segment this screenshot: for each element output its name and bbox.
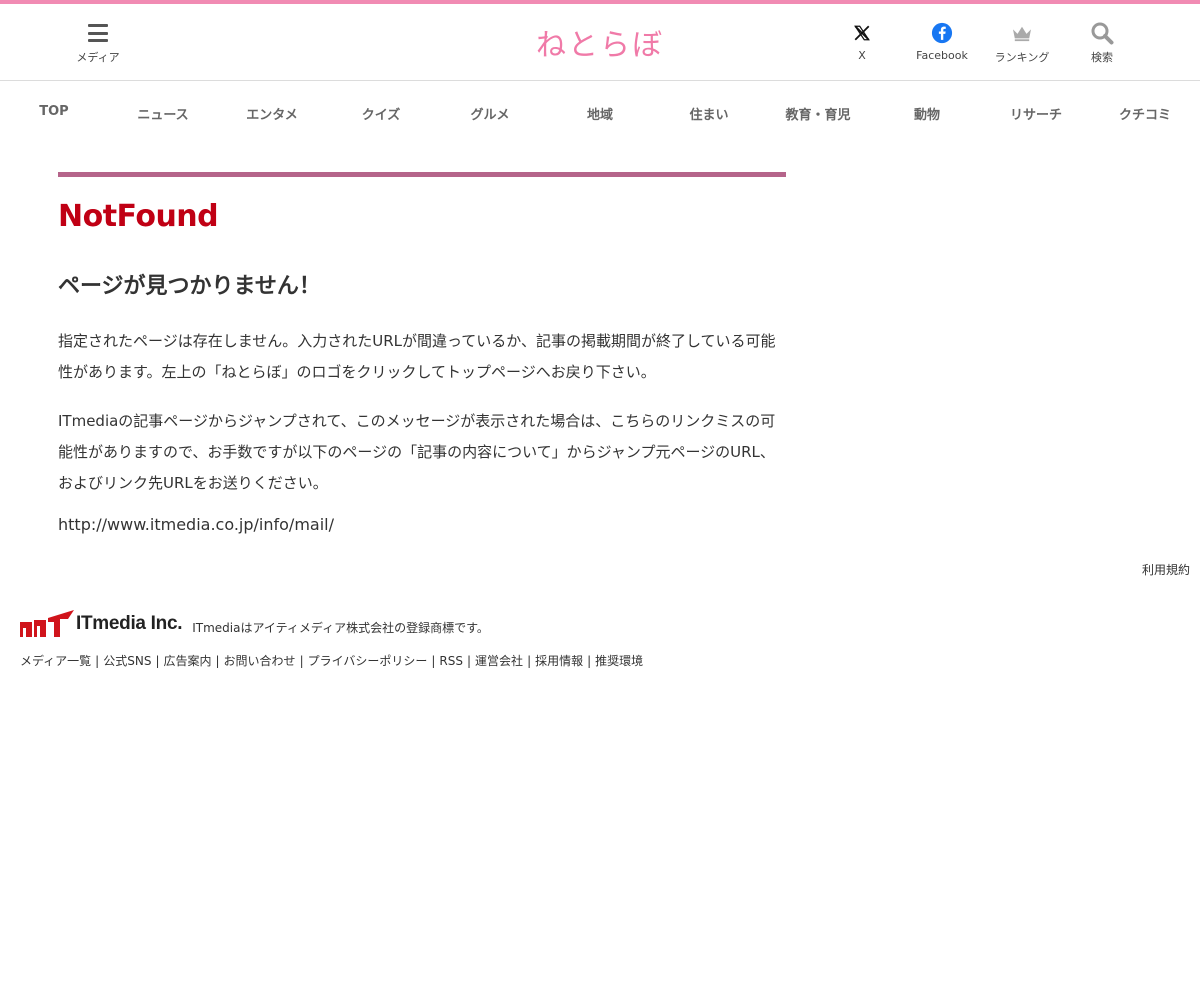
ranking-label: ランキング xyxy=(994,51,1050,64)
itmedia-notice: ITmediaの記事ページからジャンプされて、このメッセージが表示された場合は、… xyxy=(58,412,776,492)
hamburger-icon xyxy=(88,21,108,45)
terms-link[interactable]: 利用規約 xyxy=(1142,561,1190,578)
media-menu-button[interactable]: メディア xyxy=(72,4,124,80)
search-label: 検索 xyxy=(1091,51,1113,64)
footer-links: メディア一覧 | 公式SNS | 広告案内 | お問い合わせ | プライバシーポリシー | RSS |… xyxy=(20,654,644,668)
company-name: ITmedia Inc. xyxy=(76,613,183,634)
footer-link-rss[interactable]: RSS xyxy=(439,654,463,668)
footer-link-environment[interactable]: 推奨環境 xyxy=(595,654,643,668)
x-share-button[interactable]: X xyxy=(842,4,882,80)
nav-item-entertainment[interactable]: エンタメ xyxy=(222,104,322,123)
search-button[interactable]: 検索 xyxy=(1080,4,1124,80)
footer-link-contact[interactable]: お問い合わせ xyxy=(224,654,296,668)
x-icon xyxy=(853,21,871,45)
search-icon xyxy=(1090,21,1114,45)
nav-item-gourmet[interactable]: グルメ xyxy=(440,104,540,123)
category-nav: TOP ニュース エンタメ クイズ グルメ 地域 住まい 教育・育児 動物 リサ… xyxy=(0,81,1200,143)
footer-link-official-sns[interactable]: 公式SNS xyxy=(103,654,151,668)
footer-link-advertising[interactable]: 広告案内 xyxy=(163,654,211,668)
footer-brand: ITmedia Inc. ITmediaはアイティメディア株式会社の登録商標です… xyxy=(20,610,489,638)
page-title: NotFound xyxy=(58,199,219,234)
nav-item-top[interactable]: TOP xyxy=(4,104,104,119)
facebook-share-button[interactable]: Facebook xyxy=(910,4,974,80)
main-content: NotFound ページが見つかりません！ 指定されたページは存在しません。入力… xyxy=(58,172,786,534)
page-subtitle: ページが見つかりません！ xyxy=(58,274,321,299)
nav-item-animals[interactable]: 動物 xyxy=(877,104,977,123)
contact-url: http://www.itmedia.co.jp/info/mail/ xyxy=(58,515,334,534)
media-menu-label: メディア xyxy=(76,51,120,64)
error-description: 指定されたページは存在しません。入力されたURLが間違っているか、記事の掲載期間… xyxy=(58,332,776,381)
nav-item-quiz[interactable]: クイズ xyxy=(331,104,431,123)
facebook-label: Facebook xyxy=(916,49,968,62)
nav-item-education[interactable]: 教育・育児 xyxy=(768,104,868,123)
itmedia-logo-icon xyxy=(20,610,74,637)
title-divider xyxy=(58,172,786,177)
nav-item-research[interactable]: リサーチ xyxy=(986,104,1086,123)
nav-item-housing[interactable]: 住まい xyxy=(659,104,759,123)
site-logo[interactable]: ねとらぼ xyxy=(536,20,664,64)
footer-link-company[interactable]: 運営会社 xyxy=(475,654,523,668)
x-label: X xyxy=(858,49,866,62)
footer-link-privacy[interactable]: プライバシーポリシー xyxy=(308,654,428,668)
trademark-note: ITmediaはアイティメディア株式会社の登録商標です。 xyxy=(192,620,489,635)
ranking-button[interactable]: ランキング xyxy=(992,4,1052,80)
facebook-icon xyxy=(931,21,953,45)
footer-link-careers[interactable]: 採用情報 xyxy=(535,654,583,668)
nav-item-region[interactable]: 地域 xyxy=(550,104,650,123)
nav-item-reviews[interactable]: クチコミ xyxy=(1095,104,1195,123)
site-header: メディア ねとらぼ X Facebook ランキング 検索 xyxy=(0,4,1200,81)
footer-link-media-list[interactable]: メディア一覧 xyxy=(20,654,91,668)
nav-item-news[interactable]: ニュース xyxy=(113,104,213,123)
crown-icon xyxy=(1011,21,1033,45)
